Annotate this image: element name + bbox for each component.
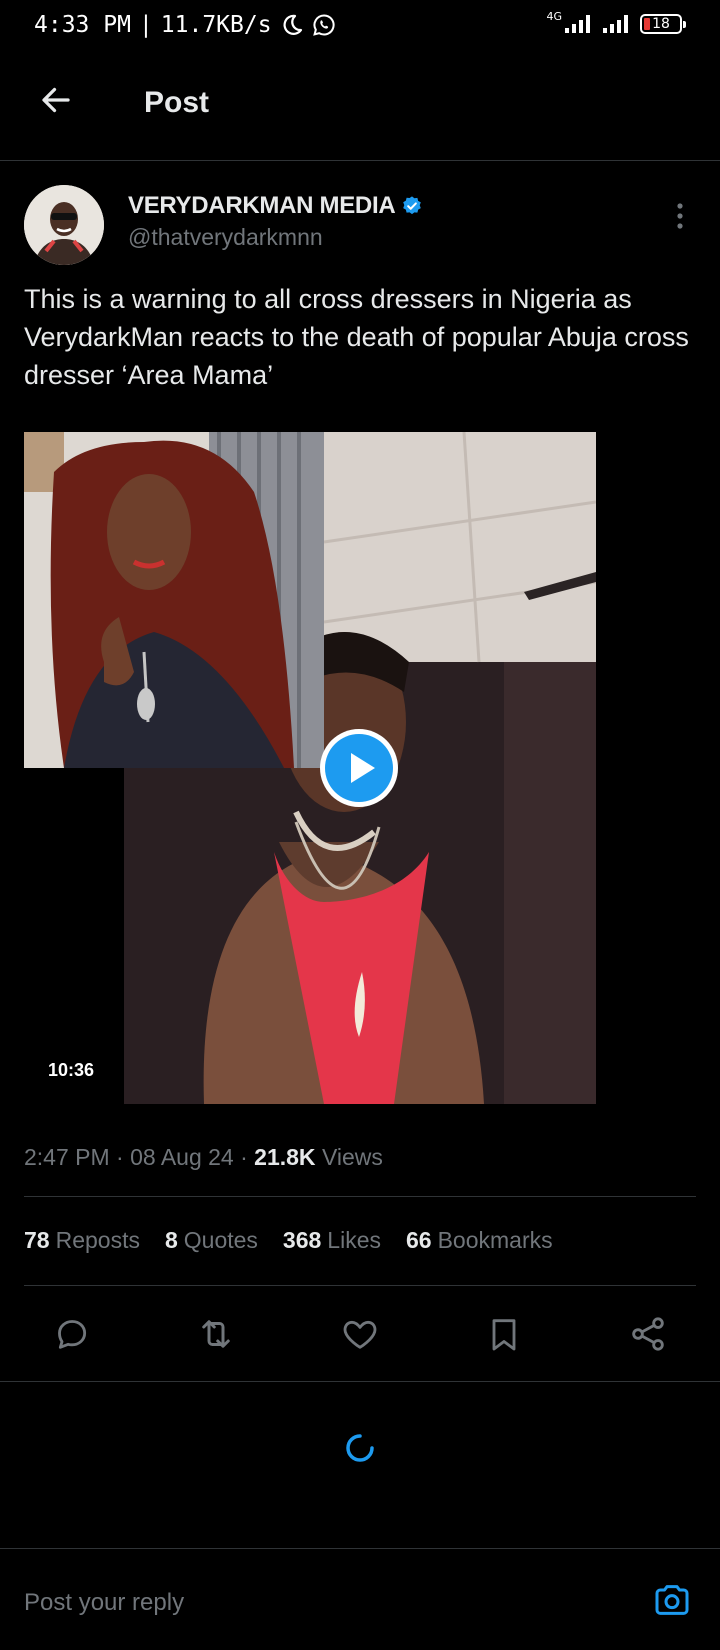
network-type: 4G — [546, 9, 562, 23]
reply-icon — [58, 1320, 87, 1349]
status-right: 4G 18 — [546, 10, 686, 34]
display-name-text: VERYDARKMAN MEDIA — [128, 192, 396, 219]
divider-meta — [24, 1196, 696, 1197]
post-page: 4:33 PM | 11.7KB/s 4G 18 Post VERYDARKMA… — [0, 0, 720, 1650]
quotes-stat[interactable]: 8 Quotes — [165, 1227, 258, 1254]
likes-count: 368 — [282, 1227, 322, 1253]
like-button[interactable] — [336, 1310, 384, 1358]
heart-icon — [343, 1320, 377, 1349]
reposts-stat[interactable]: 78 Reposts — [24, 1227, 140, 1254]
engagement-stats: 78 Reposts 8 Quotes 368 Likes 66 Bookmarks — [24, 1227, 553, 1254]
avatar[interactable] — [24, 185, 104, 265]
video-duration: 10:36 — [48, 1060, 95, 1080]
page-title: Post — [144, 86, 210, 119]
bookmark-icon — [492, 1319, 516, 1351]
reposts-label: Reposts — [55, 1227, 140, 1253]
likes-label: Likes — [327, 1227, 381, 1253]
status-time: 4:33 PM — [34, 12, 131, 38]
header: Post — [0, 54, 720, 161]
post-time: 2:47 PM — [24, 1144, 110, 1170]
moon-icon — [283, 14, 302, 35]
divider-reply — [0, 1548, 720, 1549]
network-speed: 11.7KB/s — [160, 12, 272, 38]
action-bar — [0, 1302, 720, 1382]
signal-icon-2 — [603, 15, 628, 33]
display-name[interactable]: VERYDARKMAN MEDIA — [128, 192, 423, 220]
battery-level: 18 — [652, 16, 670, 32]
quotes-label: Quotes — [183, 1227, 258, 1253]
post-date: 08 Aug 24 — [130, 1144, 234, 1170]
more-options-button[interactable] — [668, 198, 692, 234]
post-meta: 2:47 PM · 08 Aug 24 · 21.8K Views — [24, 1144, 383, 1171]
battery-icon: 18 — [640, 14, 686, 34]
meta-dot-1: · — [116, 1144, 131, 1170]
video-thumbnail — [24, 432, 596, 1104]
bookmarks-label: Bookmarks — [437, 1227, 553, 1253]
share-button[interactable] — [624, 1310, 672, 1358]
avatar-image — [24, 185, 104, 265]
signal-icon — [565, 15, 590, 33]
reply-button[interactable] — [48, 1310, 96, 1358]
meta-dot-2: · — [240, 1144, 255, 1170]
reply-input[interactable] — [24, 1586, 604, 1620]
video-player[interactable]: 10:36 — [24, 432, 596, 1104]
views-label: Views — [321, 1144, 383, 1170]
back-button[interactable] — [30, 74, 82, 126]
repost-icon — [202, 1320, 230, 1348]
likes-stat[interactable]: 368 Likes — [283, 1227, 381, 1254]
quotes-count: 8 — [164, 1227, 178, 1253]
status-bar: 4:33 PM | 11.7KB/s 4G 18 — [0, 0, 720, 54]
divider-stats — [24, 1285, 696, 1286]
more-vertical-icon — [677, 203, 683, 229]
play-button[interactable] — [320, 729, 398, 807]
repost-button[interactable] — [192, 1310, 240, 1358]
arrow-left-icon — [42, 87, 70, 113]
bookmarks-stat[interactable]: 66 Bookmarks — [406, 1227, 553, 1254]
status-separator: | — [138, 12, 153, 38]
bookmarks-count: 66 — [406, 1227, 432, 1253]
divider-actions — [0, 1381, 720, 1382]
camera-button[interactable] — [652, 1580, 692, 1620]
status-left: 4:33 PM | 11.7KB/s — [34, 12, 336, 38]
play-icon — [325, 734, 393, 802]
whatsapp-icon — [312, 14, 335, 36]
loading-spinner-icon — [346, 1434, 374, 1462]
reposts-count: 78 — [24, 1227, 50, 1253]
views-count: 21.8K — [254, 1144, 316, 1170]
post-text: This is a warning to all cross dressers … — [24, 284, 689, 390]
share-icon — [632, 1317, 664, 1351]
verified-badge-icon — [403, 196, 422, 215]
bookmark-button[interactable] — [480, 1310, 528, 1358]
camera-icon — [655, 1585, 689, 1615]
username[interactable]: @thatverydarkmnn — [128, 224, 323, 251]
